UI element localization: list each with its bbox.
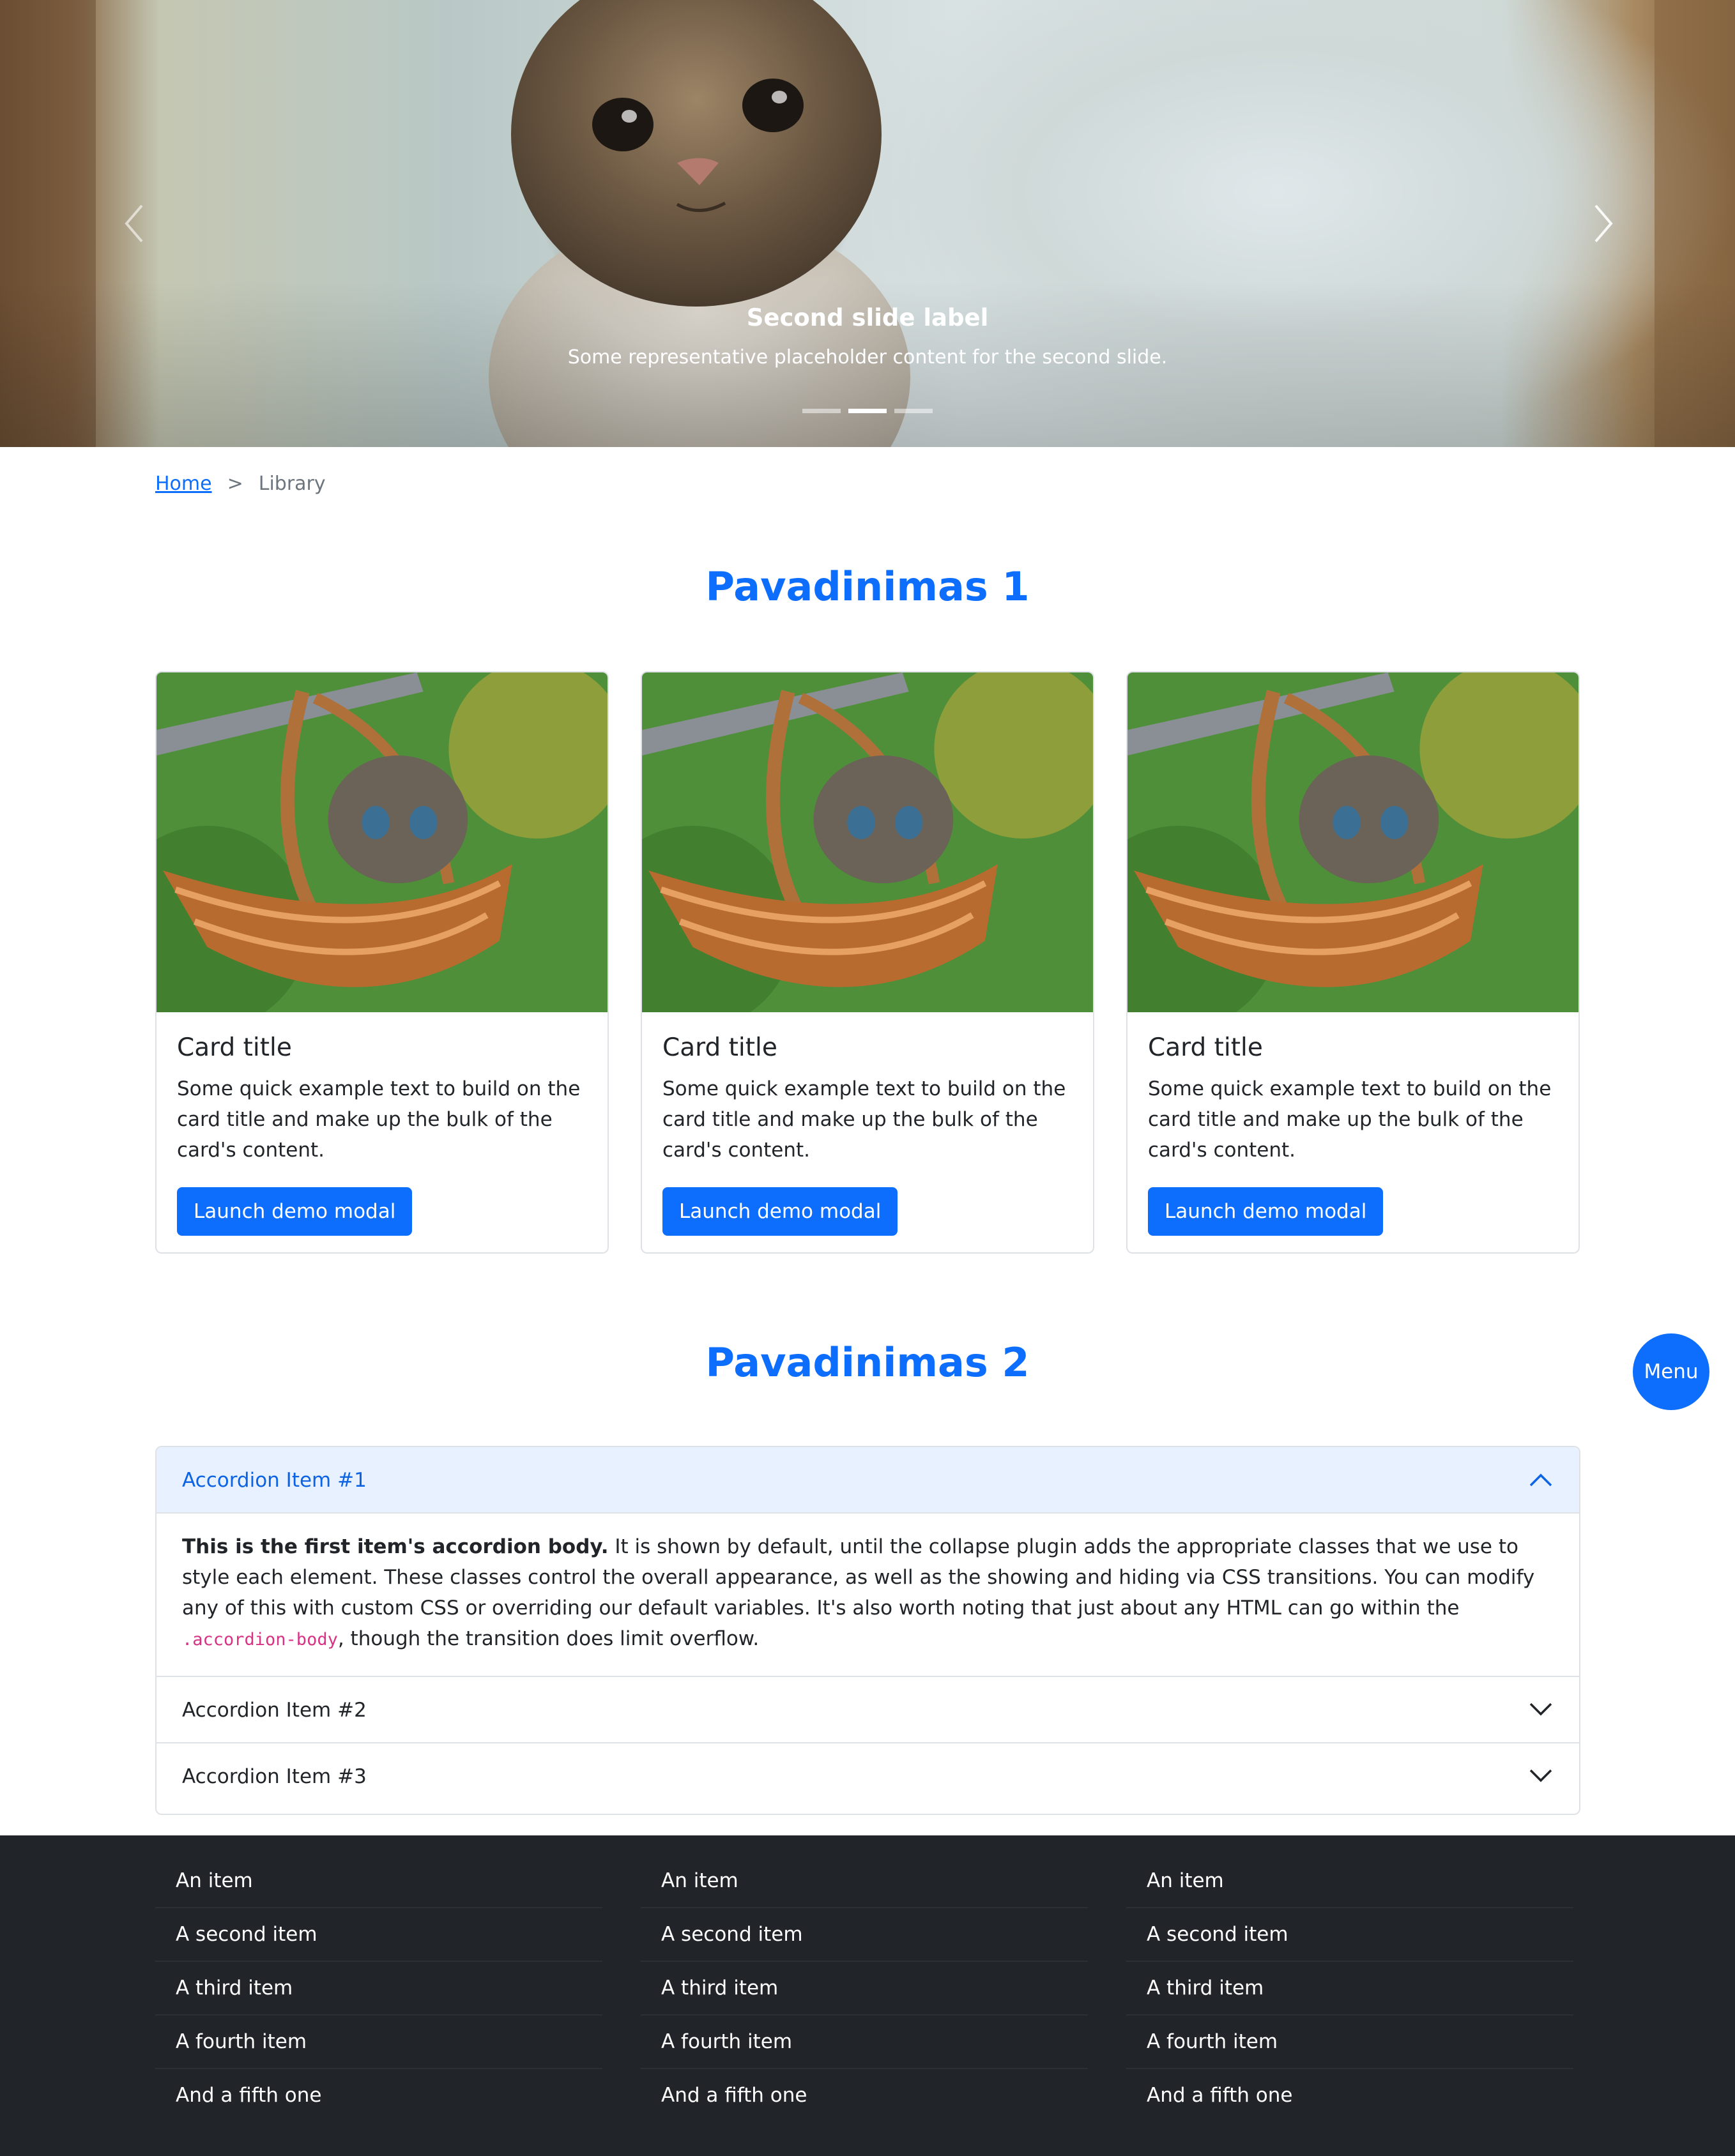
carousel-caption-title: Second slide label	[746, 304, 989, 331]
carousel: Second slide label Some representative p…	[0, 0, 1735, 447]
launch-demo-modal-button[interactable]: Launch demo modal	[662, 1187, 898, 1236]
accordion-body-text-end: , though the transition does limit overf…	[337, 1627, 760, 1650]
carousel-indicator-2[interactable]	[848, 409, 887, 413]
breadcrumb-current: Library	[258, 473, 326, 495]
footer-list-2: An item A second item A third item A fou…	[641, 1855, 1088, 2122]
footer-list-item[interactable]: A third item	[155, 1962, 602, 2016]
card-body: Card title Some quick example text to bu…	[642, 1031, 1093, 1236]
footer-list-1: An item A second item A third item A fou…	[155, 1855, 602, 2122]
footer-list-item[interactable]: And a fifth one	[1126, 2069, 1573, 2122]
card-2: Card title Some quick example text to bu…	[641, 671, 1094, 1254]
accordion-item-label: Accordion Item #2	[182, 1699, 367, 1722]
footer-list-item[interactable]: A fourth item	[641, 2016, 1088, 2069]
card-image	[157, 672, 608, 1012]
footer-list-item[interactable]: A second item	[155, 1908, 602, 1962]
card-image	[1127, 672, 1578, 1012]
carousel-indicator-3[interactable]	[894, 409, 933, 413]
footer-list-item[interactable]: An item	[1126, 1855, 1573, 1908]
card-3: Card title Some quick example text to bu…	[1126, 671, 1580, 1254]
card-title: Card title	[177, 1033, 292, 1062]
carousel-indicator-1[interactable]	[802, 409, 841, 413]
footer-list-item[interactable]: And a fifth one	[641, 2069, 1088, 2122]
section-title-1: Pavadinimas 1	[705, 563, 1030, 610]
menu-button[interactable]: Menu	[1633, 1333, 1709, 1410]
footer-list-item[interactable]: A third item	[641, 1962, 1088, 2016]
chevron-right-icon	[1594, 204, 1613, 243]
carousel-caption: Second slide label Some representative p…	[0, 300, 1735, 372]
carousel-prev-button[interactable]	[115, 198, 153, 249]
carousel-caption-text: Some representative placeholder content …	[567, 346, 1168, 368]
footer-list-item[interactable]: An item	[155, 1855, 602, 1908]
accordion-item-2-header[interactable]: Accordion Item #2	[157, 1677, 1579, 1743]
footer-list-item[interactable]: A fourth item	[1126, 2016, 1573, 2069]
footer: An item A second item A third item A fou…	[0, 1835, 1735, 2156]
section-title-2: Pavadinimas 2	[705, 1339, 1030, 1386]
card-text: Some quick example text to build on the …	[662, 1077, 1066, 1162]
accordion-item-1-header[interactable]: Accordion Item #1	[157, 1447, 1579, 1514]
breadcrumb-home-link[interactable]: Home	[155, 470, 212, 498]
footer-list-item[interactable]: A second item	[1126, 1908, 1573, 1962]
chevron-left-icon	[125, 204, 143, 243]
breadcrumb: Home > Library	[155, 470, 326, 498]
footer-list-item[interactable]: An item	[641, 1855, 1088, 1908]
chevron-up-icon	[1529, 1473, 1552, 1487]
card-1: Card title Some quick example text to bu…	[155, 671, 609, 1254]
card-text: Some quick example text to build on the …	[1148, 1077, 1552, 1162]
accordion-item-3-header[interactable]: Accordion Item #3	[157, 1743, 1579, 1810]
card-text: Some quick example text to build on the …	[177, 1077, 581, 1162]
footer-list-item[interactable]: A third item	[1126, 1962, 1573, 2016]
launch-demo-modal-button[interactable]: Launch demo modal	[177, 1187, 413, 1236]
footer-list-3: An item A second item A third item A fou…	[1126, 1855, 1573, 2122]
carousel-next-button[interactable]	[1584, 198, 1623, 249]
card-body: Card title Some quick example text to bu…	[157, 1031, 608, 1236]
launch-demo-modal-button[interactable]: Launch demo modal	[1148, 1187, 1384, 1236]
accordion-item-label: Accordion Item #1	[182, 1469, 367, 1492]
breadcrumb-separator: >	[227, 473, 243, 495]
accordion-item-1-body: This is the first item's accordion body.…	[157, 1514, 1579, 1677]
chevron-down-icon	[1529, 1703, 1552, 1716]
footer-list-item[interactable]: And a fifth one	[155, 2069, 602, 2122]
card-image	[642, 672, 1093, 1012]
footer-list-item[interactable]: A fourth item	[155, 2016, 602, 2069]
chevron-down-icon	[1529, 1769, 1552, 1782]
footer-list-item[interactable]: A second item	[641, 1908, 1088, 1962]
card-title: Card title	[662, 1033, 777, 1062]
card-title: Card title	[1148, 1033, 1263, 1062]
carousel-indicators	[0, 409, 1735, 413]
accordion-body-code: .accordion-body	[182, 1630, 338, 1650]
accordion-body-strong: This is the first item's accordion body.	[182, 1535, 609, 1558]
accordion-item-label: Accordion Item #3	[182, 1765, 367, 1788]
card-body: Card title Some quick example text to bu…	[1127, 1031, 1578, 1236]
accordion: Accordion Item #1 This is the first item…	[155, 1446, 1580, 1815]
